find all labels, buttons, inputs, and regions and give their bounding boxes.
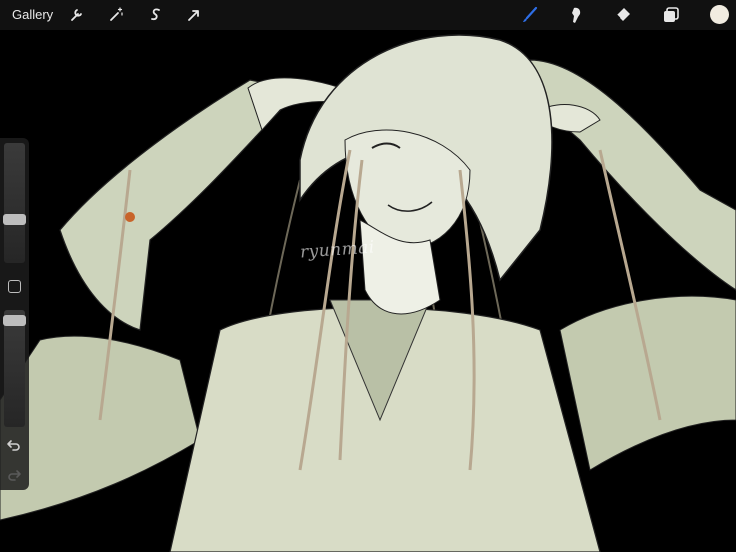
- selection-s-icon[interactable]: [146, 5, 166, 25]
- eraser-icon[interactable]: [613, 5, 633, 25]
- modify-square-icon[interactable]: [8, 280, 21, 293]
- artwork-canvas[interactable]: [0, 0, 736, 552]
- opacity-thumb[interactable]: [3, 315, 26, 326]
- orange-bead: [125, 212, 135, 222]
- magic-wand-icon[interactable]: [106, 5, 126, 25]
- brush-icon[interactable]: [520, 5, 540, 25]
- redo-icon[interactable]: [5, 466, 23, 484]
- move-arrow-icon[interactable]: [184, 5, 204, 25]
- wrench-icon[interactable]: [66, 5, 86, 25]
- gallery-button[interactable]: Gallery: [12, 7, 53, 23]
- current-color-swatch[interactable]: [710, 5, 729, 24]
- brush-size-slider[interactable]: [3, 143, 26, 263]
- procreate-app: Gallery ryunmai: [0, 0, 736, 552]
- undo-icon[interactable]: [5, 436, 23, 454]
- left-sidebar: [0, 138, 29, 490]
- layers-icon[interactable]: [661, 5, 681, 25]
- top-toolbar: Gallery: [0, 0, 736, 30]
- opacity-slider[interactable]: [3, 310, 26, 427]
- smudge-icon[interactable]: [566, 5, 586, 25]
- brush-size-thumb[interactable]: [3, 214, 26, 225]
